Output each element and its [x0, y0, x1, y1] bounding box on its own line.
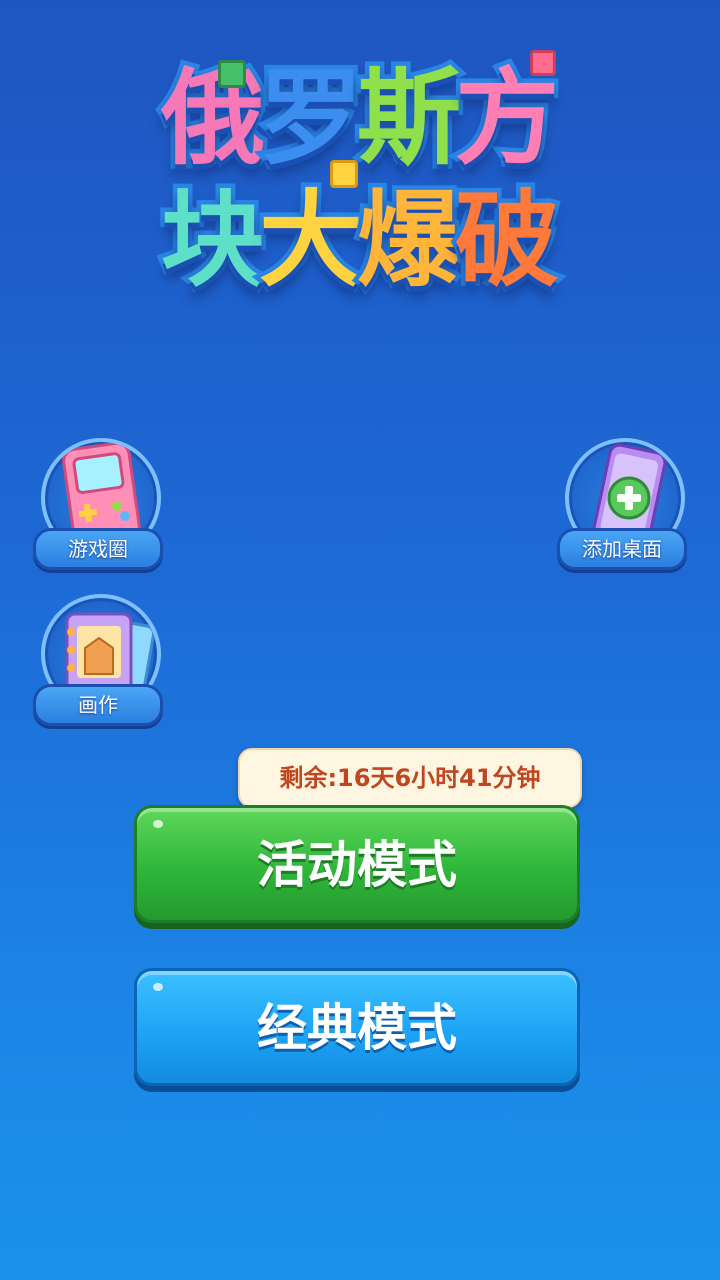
game-title: 俄 罗 斯 方 块 大 爆 破 — [120, 40, 600, 320]
activity-mode-label: 活动模式 — [257, 836, 457, 894]
artwork-label: 画作 — [33, 684, 163, 726]
activity-mode-button[interactable]: 活动模式 — [134, 805, 580, 923]
tetris-block-deco — [330, 160, 358, 188]
button-shine — [153, 820, 163, 828]
game-circle-label: 游戏圈 — [33, 528, 163, 570]
tetris-block-deco — [218, 60, 246, 88]
title-char: 俄 — [156, 54, 269, 183]
add-desktop-button[interactable]: 添加桌面 — [557, 438, 687, 578]
title-line-2: 块 大 爆 破 — [120, 176, 600, 305]
tetris-block-deco — [530, 50, 556, 76]
title-char: 大 — [254, 176, 367, 305]
game-circle-button[interactable]: 游戏圈 — [33, 438, 163, 578]
title-char: 斯 — [352, 54, 465, 183]
classic-mode-label: 经典模式 — [257, 999, 457, 1057]
activity-countdown-tooltip: 剩余:16天6小时41分钟 — [238, 748, 582, 818]
title-line-1: 俄 罗 斯 方 — [120, 54, 600, 183]
title-char: 方 — [451, 54, 564, 183]
artwork-button[interactable]: 画作 — [33, 594, 163, 734]
title-char: 破 — [451, 176, 564, 305]
title-char: 爆 — [352, 176, 465, 305]
title-char: 块 — [156, 176, 269, 305]
button-shine — [153, 983, 163, 991]
activity-countdown-text: 剩余:16天6小时41分钟 — [279, 764, 541, 792]
classic-mode-button[interactable]: 经典模式 — [134, 968, 580, 1086]
add-desktop-label: 添加桌面 — [557, 528, 687, 570]
